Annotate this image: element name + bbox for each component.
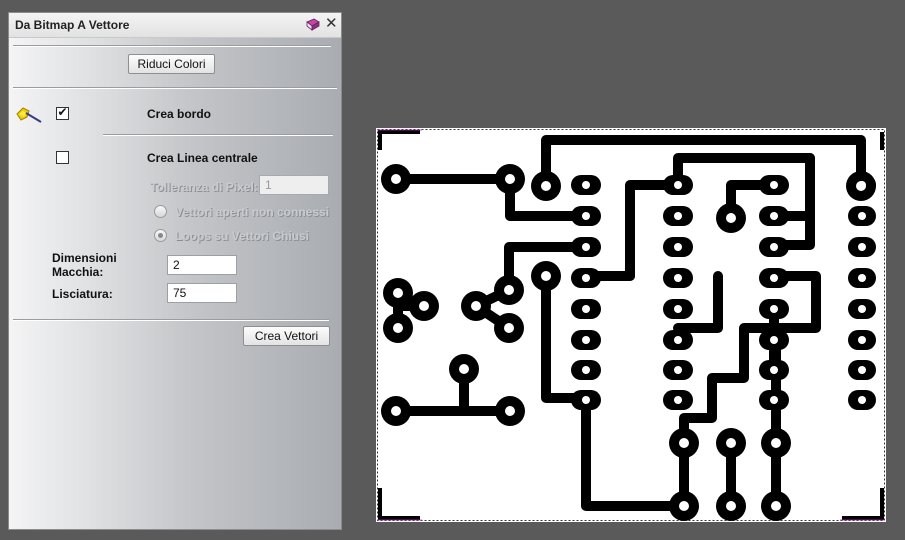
pixel-tolerance-label: Tolleranza di Pixel: (150, 180, 258, 194)
bitmap-to-vector-panel: Da Bitmap A Vettore ✕ Riduci Colori ✔ Cr… (8, 12, 342, 530)
pcb-bitmap-canvas[interactable] (376, 128, 886, 522)
create-vectors-button[interactable]: Crea Vettori (243, 326, 330, 346)
panel-titlebar: Da Bitmap A Vettore ✕ (9, 13, 341, 38)
create-centerline-label: Crea Linea centrale (147, 151, 258, 165)
separator (13, 87, 337, 89)
spot-size-input[interactable] (167, 255, 237, 275)
open-vectors-label: Vettori aperti non connessi (175, 205, 330, 219)
smoothing-input[interactable] (167, 283, 237, 303)
reduce-colors-button[interactable]: Riduci Colori (128, 54, 215, 74)
magic-wand-icon (16, 107, 42, 123)
spot-size-label-line2: Macchia: (52, 265, 104, 279)
open-vectors-radio[interactable] (154, 205, 167, 218)
book-icon[interactable] (306, 18, 320, 31)
smoothing-label: Lisciatura: (52, 287, 113, 301)
close-icon[interactable]: ✕ (325, 16, 338, 32)
radio-selected-dot (158, 233, 163, 238)
separator (13, 319, 329, 321)
create-border-checkbox[interactable]: ✔ (56, 105, 69, 120)
closed-loops-label: Loops su Vettori Chiusi (175, 229, 310, 243)
separator (103, 134, 333, 136)
checkmark-icon: ✔ (57, 105, 68, 119)
separator (13, 45, 331, 47)
pixel-tolerance-input[interactable] (259, 175, 329, 195)
spot-size-label-line1: Dimensioni (52, 251, 117, 265)
closed-loops-radio[interactable] (154, 229, 167, 242)
create-centerline-checkbox[interactable] (56, 151, 69, 164)
create-border-label: Crea bordo (147, 107, 212, 121)
panel-title: Da Bitmap A Vettore (15, 18, 130, 32)
